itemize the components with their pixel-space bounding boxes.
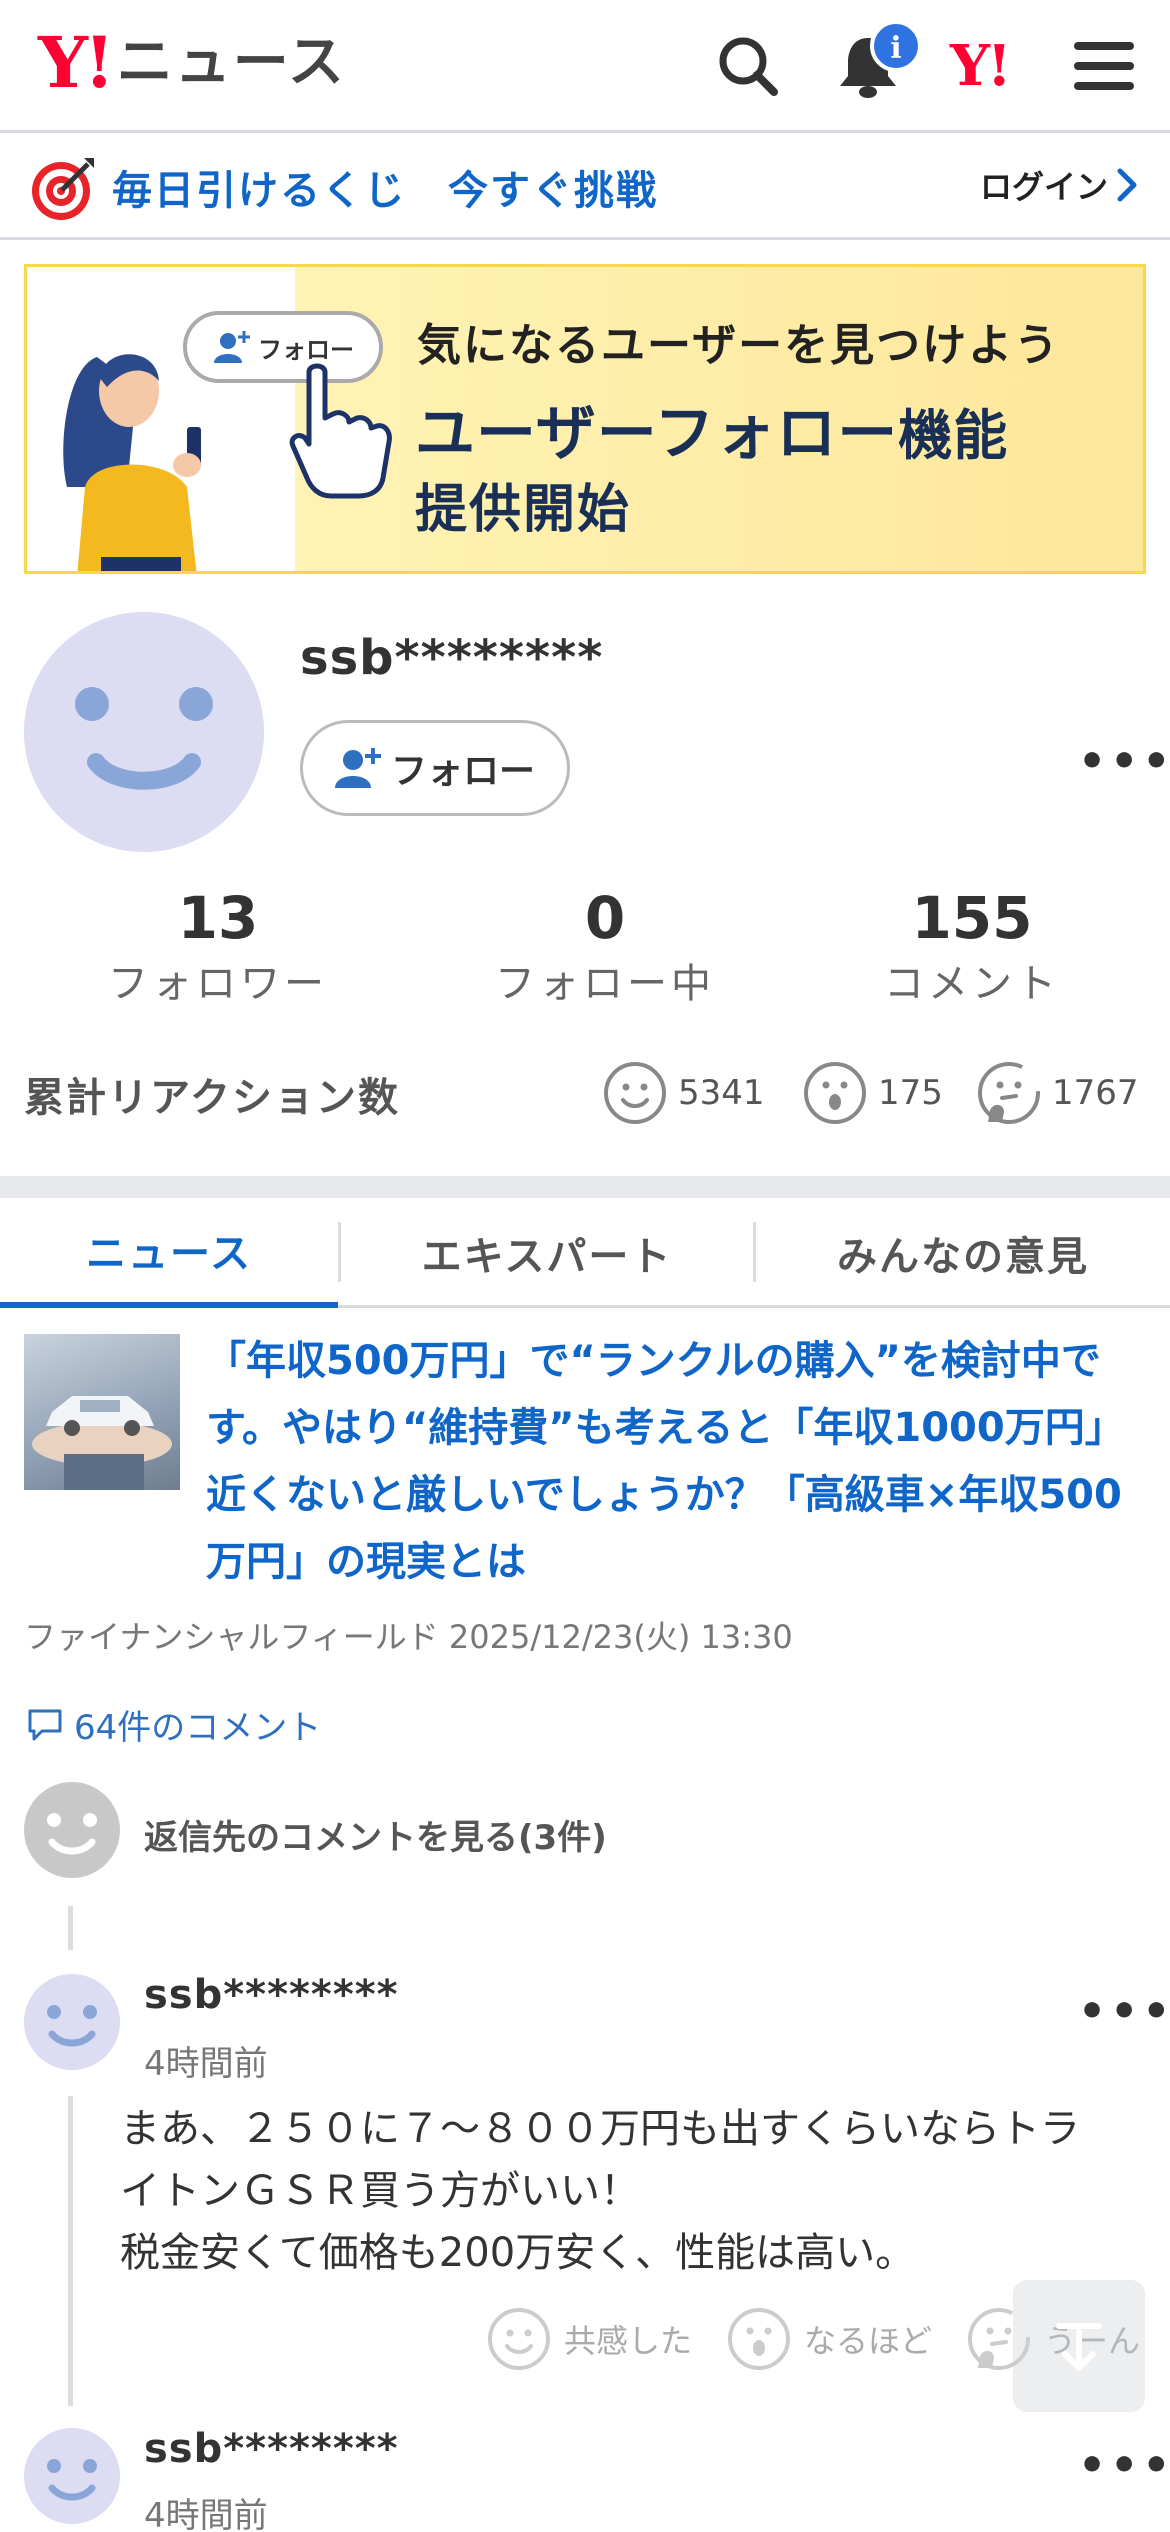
search-icon[interactable] [712, 30, 784, 102]
follow-button-label: フォロー [390, 751, 535, 792]
reaction-surprised: 175 [802, 1060, 943, 1126]
comment-time: 4時間前 [144, 2496, 268, 2532]
scroll-down-button[interactable] [1013, 2280, 1145, 2412]
banner-feature-suffix: 機能 [898, 404, 1009, 467]
app-header: Y! ニュース i Y! [0, 0, 1170, 133]
tab-news[interactable]: ニュース [0, 1198, 338, 1308]
article-thumbnail[interactable] [24, 1334, 180, 1490]
yahoo-japan-logo[interactable]: Y! [950, 30, 1012, 102]
smile-icon [604, 1062, 666, 1124]
notification-badge: i [870, 20, 922, 72]
comment-avatar[interactable] [24, 1974, 120, 2070]
surprised-icon [804, 1062, 866, 1124]
comment-more-icon[interactable]: ••• [1078, 1986, 1170, 2037]
profile-more-icon[interactable]: ••• [1078, 736, 1170, 787]
stat-followers[interactable]: 13 フォロワー [68, 882, 368, 1014]
article-comments-link[interactable]: 64件のコメント [26, 1700, 321, 1749]
section-divider [0, 1176, 1170, 1198]
reaction-count: 175 [878, 1073, 943, 1113]
banner-headline: 気になるユーザーを見つけよう [417, 320, 1061, 371]
smile-icon [488, 2308, 550, 2370]
add-user-icon [214, 331, 250, 363]
comment-body: まあ、２５０に７～８００万円も出すくらいならトラ イトンＧＳＲ買う方がいい！ 税… [120, 2098, 1160, 2284]
target-icon [32, 158, 94, 220]
login-link[interactable]: ログイン [980, 162, 1140, 208]
stat-value: 155 [911, 884, 1033, 952]
comment-bubble-icon [28, 1709, 62, 1740]
lottery-text[interactable]: 毎日引けるくじ 今すぐ挑戦 [112, 158, 658, 216]
comment-line: イトンＧＳＲ買う方がいい！ [120, 2168, 640, 2214]
smiley-avatar-face [47, 2459, 97, 2501]
add-user-icon [334, 748, 381, 788]
yahoo-news-logo[interactable]: Y! ニュース [38, 28, 346, 98]
stat-label: コメント [884, 961, 1060, 1007]
banner-feature-title: ユーザーフォロー機能 [415, 385, 1008, 472]
reaction-label: なるほど [804, 2322, 933, 2360]
comment-more-icon[interactable]: ••• [1078, 2440, 1170, 2491]
reaction-label: 共感した [564, 2322, 693, 2360]
comment-line: まあ、２５０に７～８００万円も出すくらいならトラ [120, 2106, 1080, 2152]
thread-line [68, 1906, 73, 1950]
menu-icon[interactable] [1068, 30, 1140, 102]
logo-text: ニュース [116, 30, 346, 95]
profile-avatar [24, 612, 264, 852]
empathy-reaction-button[interactable]: 共感した [486, 2306, 692, 2372]
comment-time: 4時間前 [144, 2044, 268, 2084]
total-reactions-label: 累計リアクション数 [24, 1075, 400, 1121]
pointing-hand-icon [289, 363, 392, 499]
article-title-link[interactable]: 「年収500万円」で“ランクルの購入”を検討中です。やはり“維持費”も考えると「… [206, 1328, 1156, 1596]
stat-label: フォロワー [108, 961, 328, 1007]
reaction-count: 1767 [1052, 1073, 1139, 1113]
tab-everyone-opinions[interactable]: みんなの意見 [756, 1198, 1170, 1308]
stat-value: 0 [584, 884, 626, 952]
daily-lottery-bar[interactable]: 毎日引けるくじ 今すぐ挑戦 ログイン [0, 136, 1170, 240]
comment-username[interactable]: ssb******** [144, 2426, 399, 2472]
chevron-right-icon [1117, 168, 1137, 202]
surprised-icon [728, 2308, 790, 2370]
comment-count-label: 64件のコメント [74, 1708, 322, 1748]
banner-feature-main: ユーザーフォロー [415, 399, 899, 469]
view-reply-target-link[interactable]: 返信先のコメントを見る(3件) [144, 1810, 607, 1859]
agree-reaction-button[interactable]: なるほど [726, 2306, 932, 2372]
content-tabs: ニュース エキスパート みんなの意見 [0, 1198, 1170, 1308]
user-follow-promo-banner[interactable]: フォロー 気になるユーザーを見つけよう ユーザーフォロー機能 提供開始 [24, 264, 1146, 574]
reaction-thinking: 1767 [976, 1060, 1139, 1126]
arrow-down-icon [1056, 2323, 1102, 2371]
thread-line [68, 2096, 73, 2406]
smiley-avatar-face [75, 687, 213, 790]
profile-username: ssb******** [300, 630, 604, 686]
comment-username[interactable]: ssb******** [144, 1972, 399, 2018]
stat-following[interactable]: 0 フォロー中 [455, 882, 755, 1014]
stat-label: フォロー中 [495, 961, 715, 1007]
reaction-smile: 5341 [602, 1060, 765, 1126]
smiley-avatar-face [47, 2005, 97, 2047]
reaction-count: 5341 [678, 1073, 765, 1113]
car-in-hands-image [32, 1396, 172, 1490]
banner-launch-text: 提供開始 [415, 480, 632, 540]
login-label: ログイン [979, 168, 1108, 206]
logo-mark: Y! [38, 21, 115, 104]
follow-button[interactable]: フォロー [300, 720, 570, 816]
tab-expert[interactable]: エキスパート [341, 1198, 753, 1308]
thinking-icon [978, 1062, 1040, 1124]
comment-avatar[interactable] [24, 2428, 120, 2524]
stat-value: 13 [177, 884, 259, 952]
article-source-date: ファイナンシャルフィールド 2025/12/23(火) 13:30 [24, 1618, 793, 1656]
smiley-avatar-face [47, 1813, 97, 1855]
stat-comments[interactable]: 155 コメント [822, 882, 1122, 1014]
banner-pill-label: フォロー [258, 335, 354, 364]
reply-target-avatar [24, 1782, 120, 1878]
comment-line: 税金安くて価格も200万安く、性能は高い。 [120, 2230, 916, 2276]
